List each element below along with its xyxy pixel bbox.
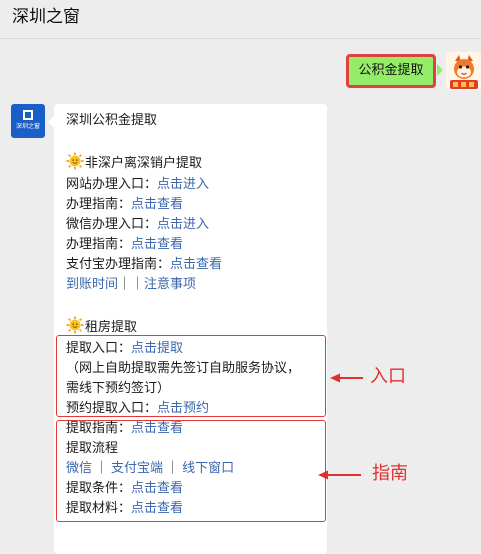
mascot-icon <box>446 52 481 90</box>
list-item: 微信｜支付宝端｜线下窗口 <box>66 460 234 478</box>
arrow-left-icon <box>318 470 361 480</box>
sun-emoji-icon <box>66 316 84 334</box>
row-label: 预约提取入口： <box>66 401 158 416</box>
note-line: （网上自助提取需先签订自助服务协议， <box>66 361 301 376</box>
outgoing-bubble-tail <box>437 64 443 76</box>
list-item: 提取材料：点击查看 <box>66 500 183 518</box>
list-item: 办理指南：点击查看 <box>66 236 183 254</box>
chat-header: 深圳之窗 <box>0 0 481 38</box>
row-label: 支付宝办理指南： <box>66 257 171 272</box>
link-reserve[interactable]: 点击预约 <box>157 401 209 416</box>
link-view-guide[interactable]: 点击查看 <box>131 197 183 212</box>
list-item: 提取条件：点击查看 <box>66 480 183 498</box>
link-view-materials[interactable]: 点击查看 <box>131 501 183 516</box>
link-view-conditions[interactable]: 点击查看 <box>131 481 183 496</box>
link-view-guide[interactable]: 点击查看 <box>131 237 183 252</box>
list-item: 提取指南：点击查看 <box>66 420 183 438</box>
link-withdraw[interactable]: 点击提取 <box>131 341 183 356</box>
row-label: 办理指南： <box>66 237 132 252</box>
link-alipay[interactable]: 支付宝端 <box>111 461 163 476</box>
list-item: 支付宝办理指南：点击查看 <box>66 256 222 274</box>
list-item: 到账时间｜｜注意事项 <box>66 276 196 294</box>
link-view-withdraw-guide[interactable]: 点击查看 <box>131 421 183 436</box>
list-item: 微信办理入口：点击进入 <box>66 216 209 234</box>
separator: ｜ <box>166 461 180 476</box>
header-divider <box>0 38 481 39</box>
note-line: 需线下预约签订） <box>66 381 171 396</box>
annotation-entry: 入口 <box>370 366 406 387</box>
list-item: 提取入口：点击提取 <box>66 340 183 358</box>
flow-heading: 提取流程 <box>66 441 119 456</box>
message-title: 深圳公积金提取 <box>66 113 158 128</box>
list-item: 办理指南：点击查看 <box>66 196 183 214</box>
row-label: 网站办理入口： <box>66 177 158 192</box>
link-notes[interactable]: 注意事项 <box>144 277 196 292</box>
user-avatar[interactable] <box>446 52 481 90</box>
separator: ｜｜ <box>118 277 145 292</box>
row-label: 微信办理入口： <box>66 217 158 232</box>
section-heading: 租房提取 <box>66 316 137 337</box>
section-heading-text: 非深户离深销户提取 <box>85 156 203 171</box>
link-arrival-time[interactable]: 到账时间 <box>66 277 118 292</box>
link-view-alipay-guide[interactable]: 点击查看 <box>170 257 222 272</box>
outgoing-message-bubble[interactable]: 公积金提取 <box>346 54 436 88</box>
chat-title: 深圳之窗 <box>12 7 80 27</box>
section-heading: 非深户离深销户提取 <box>66 152 202 173</box>
sun-emoji-icon <box>66 152 84 170</box>
link-offline-window[interactable]: 线下窗口 <box>182 461 234 476</box>
row-label: 办理指南： <box>66 197 132 212</box>
link-wechat[interactable]: 微信 <box>66 461 92 476</box>
separator: ｜ <box>95 461 109 476</box>
arrow-left-icon <box>330 373 363 383</box>
list-item: 网站办理入口：点击进入 <box>66 176 209 194</box>
list-item: 预约提取入口：点击预约 <box>66 400 209 418</box>
row-label: 提取条件： <box>66 481 132 496</box>
row-label: 提取指南： <box>66 421 132 436</box>
link-enter-website[interactable]: 点击进入 <box>157 177 209 192</box>
annotation-guide: 指南 <box>372 463 408 484</box>
row-label: 提取材料： <box>66 501 132 516</box>
logo-icon <box>23 110 33 120</box>
section-heading-text: 租房提取 <box>85 320 138 335</box>
official-account-avatar[interactable]: 深圳之窗 <box>11 104 45 138</box>
row-label: 提取入口： <box>66 341 132 356</box>
avatar-logo-text: 深圳之窗 <box>15 123 40 130</box>
link-enter-wechat[interactable]: 点击进入 <box>157 217 209 232</box>
